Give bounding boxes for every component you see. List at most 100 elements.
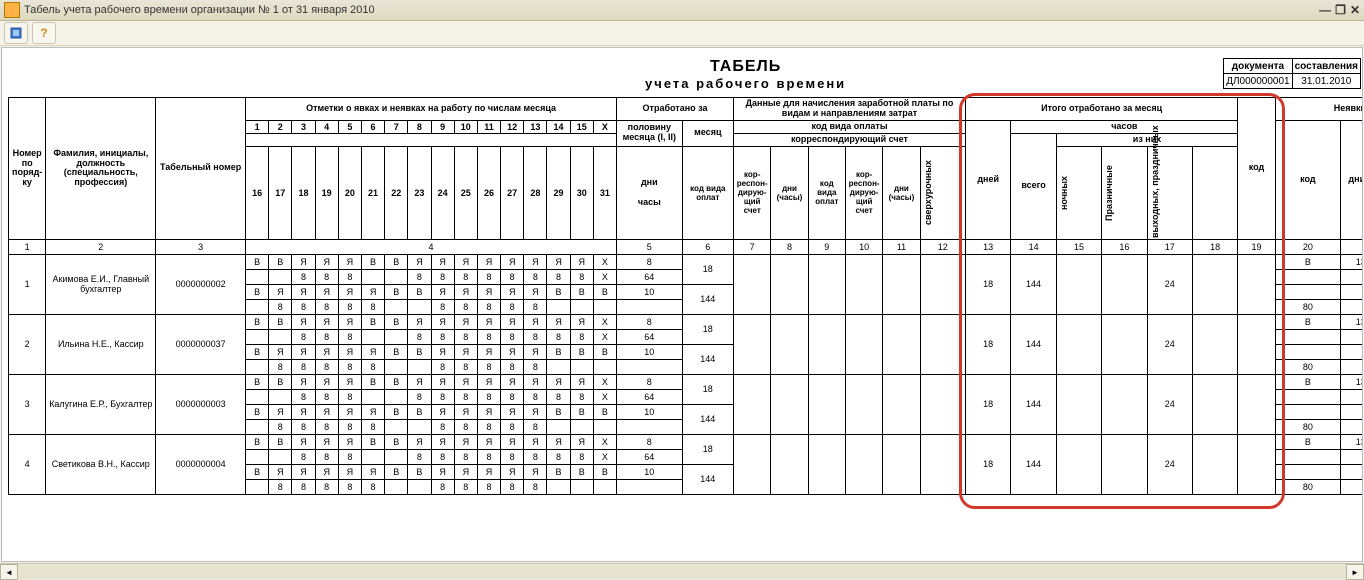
col-payroll: Данные для начисления заработной платы п… bbox=[734, 98, 966, 121]
day-col-11: 11 bbox=[477, 120, 500, 133]
mall-2: 144 bbox=[1011, 314, 1056, 374]
col-month-totals: Итого отработано за месяц bbox=[965, 98, 1237, 121]
day-col-12: 12 bbox=[501, 120, 524, 133]
mholi-3: 24 bbox=[1147, 374, 1192, 434]
day-col-27: 27 bbox=[501, 146, 524, 239]
abs-dh-4: 13 (104) bbox=[1341, 434, 1363, 449]
day-col-x: X bbox=[593, 120, 616, 133]
col-kod-ext: код bbox=[1238, 98, 1275, 240]
day-col-5: 5 bbox=[338, 120, 361, 133]
app-icon bbox=[4, 2, 20, 18]
abs-k-3: В bbox=[1275, 374, 1341, 389]
day-col-2: 2 bbox=[269, 120, 292, 133]
order-1: 1 bbox=[9, 254, 46, 314]
col-ksch2: кор-респон-дирую-щий счет bbox=[845, 146, 882, 239]
day-col-21: 21 bbox=[361, 146, 384, 239]
col-ofthem: из них bbox=[1056, 133, 1238, 146]
day-col-14: 14 bbox=[547, 120, 570, 133]
abs-k-1: В bbox=[1275, 254, 1341, 269]
work-area[interactable]: ТАБЕЛЬ учета рабочего времени документас… bbox=[1, 47, 1363, 562]
col-half-month: половину месяца (I, II) bbox=[617, 120, 683, 146]
col-days-h: дничасы bbox=[617, 146, 683, 239]
preview-button[interactable] bbox=[4, 22, 28, 44]
mdays-1: 18 bbox=[965, 254, 1010, 314]
title-line2: учета рабочего времени bbox=[268, 76, 1223, 91]
day-col-26: 26 bbox=[477, 146, 500, 239]
maximize-button[interactable]: ❐ bbox=[1335, 3, 1346, 17]
col-tabno: Табельный номер bbox=[156, 98, 246, 240]
day-col-22: 22 bbox=[385, 146, 408, 239]
day-col-19: 19 bbox=[315, 146, 338, 239]
order-2: 2 bbox=[9, 314, 46, 374]
col-m-total: всего bbox=[1011, 133, 1056, 239]
day-col-31: 31 bbox=[593, 146, 616, 239]
scroll-track[interactable] bbox=[18, 565, 1346, 579]
col-kv1: код вида оплат bbox=[682, 146, 733, 239]
meta-comp-value: 31.01.2010 bbox=[1292, 74, 1360, 89]
day-col-4: 4 bbox=[315, 120, 338, 133]
abs-k-2: В bbox=[1275, 314, 1341, 329]
col-abs-kod: код bbox=[1275, 120, 1341, 239]
col-kv2: код вида оплат bbox=[808, 146, 845, 239]
mdays-3: 18 bbox=[965, 374, 1010, 434]
title-bar: Табель учета рабочего времени организаци… bbox=[0, 0, 1364, 21]
col-hours-grp: часов bbox=[1011, 120, 1238, 133]
tabno-4: 0000000004 bbox=[156, 434, 246, 494]
day-col-15: 15 bbox=[570, 120, 593, 133]
mall-1: 144 bbox=[1011, 254, 1056, 314]
abs-dh-3: 13 (104) bbox=[1341, 374, 1363, 389]
scroll-left-button[interactable]: ◄ bbox=[0, 564, 18, 580]
col-marks: Отметки о явках и неявках на работу по ч… bbox=[246, 98, 617, 121]
day-col-24: 24 bbox=[431, 146, 454, 239]
meta-comp-label: составления bbox=[1292, 59, 1360, 74]
col-whol: выходных, праздничных bbox=[1150, 148, 1160, 238]
horizontal-scrollbar[interactable]: ◄ ► bbox=[0, 563, 1364, 580]
timesheet-table: Номер по поряд-ку Фамилия, инициалы, дол… bbox=[8, 97, 1363, 495]
day-col-13: 13 bbox=[524, 120, 547, 133]
help-button[interactable]: ? bbox=[32, 22, 56, 44]
order-4: 4 bbox=[9, 434, 46, 494]
col-month: месяц bbox=[682, 120, 733, 146]
mholi-1: 24 bbox=[1147, 254, 1192, 314]
col-abs-days: дни (часы) bbox=[1341, 120, 1363, 239]
window: Табель учета рабочего времени организаци… bbox=[0, 0, 1364, 580]
col-m-days: дней bbox=[965, 120, 1010, 239]
toolbar: ? bbox=[0, 21, 1364, 46]
mall-4: 144 bbox=[1011, 434, 1056, 494]
name-2: Ильина Н.Е., Кассир bbox=[46, 314, 156, 374]
mholi-2: 24 bbox=[1147, 314, 1192, 374]
day-col-7: 7 bbox=[385, 120, 408, 133]
meta-doc-table: документасоставления ДЛ00000000131.01.20… bbox=[1223, 58, 1361, 89]
day-col-28: 28 bbox=[524, 146, 547, 239]
col-worked: Отработано за bbox=[617, 98, 734, 121]
col-dh2: дни (часы) bbox=[883, 146, 920, 239]
scroll-right-button[interactable]: ► bbox=[1346, 564, 1364, 580]
mdays-2: 18 bbox=[965, 314, 1010, 374]
meta-doc-value: ДЛ000000001 bbox=[1224, 74, 1292, 89]
close-button[interactable]: ✕ bbox=[1350, 3, 1360, 17]
day-col-30: 30 bbox=[570, 146, 593, 239]
mdays-4: 18 bbox=[965, 434, 1010, 494]
mholi-4: 24 bbox=[1147, 434, 1192, 494]
col-fio: Фамилия, инициалы, должность (специально… bbox=[46, 98, 156, 240]
day-col-17: 17 bbox=[269, 146, 292, 239]
title-line1: ТАБЕЛЬ bbox=[268, 58, 1223, 76]
day-col-18: 18 bbox=[292, 146, 315, 239]
meta-doc-label: документа bbox=[1224, 59, 1292, 74]
name-4: Светикова В.Н., Кассир bbox=[46, 434, 156, 494]
minimize-button[interactable]: — bbox=[1319, 3, 1331, 17]
tabno-1: 0000000002 bbox=[156, 254, 246, 314]
window-title: Табель учета рабочего времени организаци… bbox=[24, 4, 375, 16]
tabno-3: 0000000003 bbox=[156, 374, 246, 434]
col-holi: Празничные bbox=[1104, 148, 1114, 238]
col-ksch1: кор-респон-дирую-щий счет bbox=[734, 146, 771, 239]
day-col-25: 25 bbox=[454, 146, 477, 239]
col-absences: Неявки по причи bbox=[1275, 98, 1363, 121]
day-col-3: 3 bbox=[292, 120, 315, 133]
day-col-23: 23 bbox=[408, 146, 431, 239]
column-number-row: 123 4 56 789101112 131415161718 192021 bbox=[9, 239, 1364, 254]
col-paycode: код вида оплаты bbox=[734, 120, 966, 133]
col-order: Номер по поряд-ку bbox=[9, 98, 46, 240]
report-title: ТАБЕЛЬ учета рабочего времени bbox=[8, 58, 1223, 91]
abs-dh-1: 13 (104) bbox=[1341, 254, 1363, 269]
